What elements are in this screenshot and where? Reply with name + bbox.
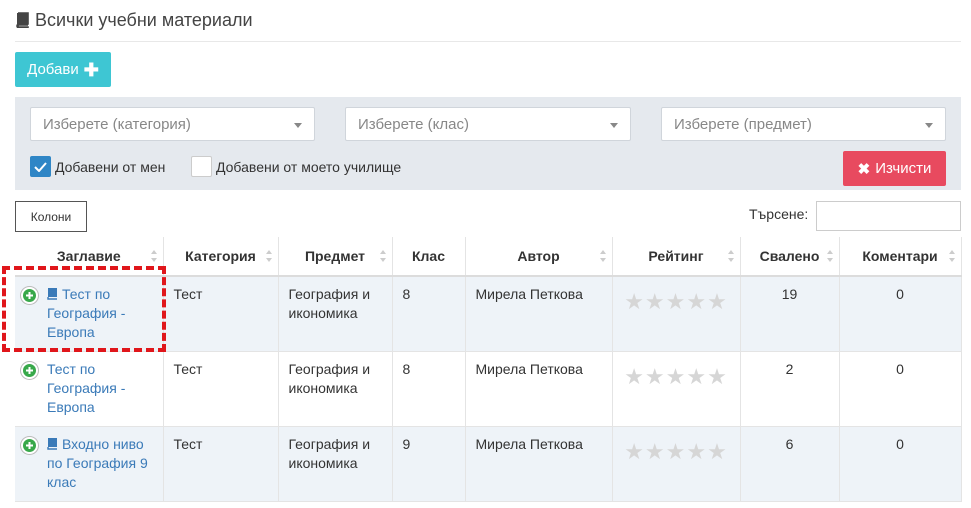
table-row: Тест по География - Европа Тест Географи… — [15, 351, 962, 427]
comments-cell: 0 — [839, 276, 962, 352]
book-icon — [47, 437, 57, 450]
downloads-cell: 6 — [740, 426, 840, 502]
sort-icon — [379, 250, 386, 262]
grade-cell: 8 — [392, 276, 466, 352]
expand-row-icon[interactable] — [21, 436, 38, 454]
caret-down-icon — [610, 123, 618, 128]
clear-filters-button[interactable]: ✖ Изчисти — [843, 151, 946, 186]
subject-cell: География и икономика — [278, 426, 393, 502]
column-header-author[interactable]: Автор — [465, 237, 613, 277]
grade-cell: 9 — [392, 426, 466, 502]
downloads-cell: 2 — [740, 351, 840, 427]
category-cell: Тест — [163, 426, 279, 502]
category-cell: Тест — [163, 276, 279, 352]
sort-icon — [265, 250, 272, 262]
added-by-school-label: Добавени от моето училище — [216, 158, 402, 175]
table-row: Входно ниво по География 9 клас Тест Гео… — [15, 426, 962, 502]
material-title-link[interactable]: Входно ниво по География 9 клас — [47, 436, 148, 490]
added-by-school-checkbox[interactable] — [191, 156, 212, 177]
category-cell: Тест — [163, 351, 279, 427]
columns-button[interactable]: Колони — [15, 201, 87, 232]
sort-icon — [150, 250, 157, 262]
rating-cell: ★★★★★ — [612, 276, 741, 352]
filter-panel: Изберете (категория) Изберете (клас) Изб… — [15, 97, 961, 190]
comments-cell: 0 — [839, 426, 962, 502]
add-button-label: Добави — [27, 61, 79, 78]
added-by-me-filter[interactable]: Добавени от мен — [30, 156, 165, 177]
search-label: Търсене: — [749, 206, 809, 222]
rating-cell: ★★★★★ — [612, 426, 741, 502]
caret-down-icon — [294, 123, 302, 128]
page-header: Всички учебни материали — [15, 8, 961, 42]
title-cell: Тест по География - Европа — [15, 351, 164, 427]
subject-select-placeholder: Изберете (предмет) — [674, 115, 812, 133]
grade-cell: 8 — [392, 351, 466, 427]
class-select-placeholder: Изберете (клас) — [358, 115, 469, 133]
sort-icon — [599, 250, 606, 262]
clear-button-label: Изчисти — [875, 160, 932, 177]
add-button[interactable]: Добави ✚ — [15, 52, 111, 87]
column-header-downloads[interactable]: Свалено — [740, 237, 840, 277]
column-header-category[interactable]: Категория — [163, 237, 279, 277]
column-header-subject[interactable]: Предмет — [278, 237, 393, 277]
sort-icon — [727, 250, 734, 262]
class-select[interactable]: Изберете (клас) — [345, 107, 631, 141]
downloads-cell: 19 — [740, 276, 840, 352]
column-header-rating[interactable]: Рейтинг — [612, 237, 741, 277]
plus-icon: ✚ — [83, 59, 99, 80]
close-icon: ✖ — [857, 160, 871, 178]
subject-select[interactable]: Изберете (предмет) — [661, 107, 946, 141]
rating-stars[interactable]: ★★★★★ — [623, 285, 730, 313]
category-select-placeholder: Изберете (категория) — [43, 115, 191, 133]
rating-stars[interactable]: ★★★★★ — [623, 435, 730, 463]
author-cell: Мирела Петкова — [465, 351, 613, 427]
caret-down-icon — [925, 123, 933, 128]
title-cell: Входно ниво по География 9 клас — [15, 426, 164, 502]
rating-stars[interactable]: ★★★★★ — [623, 360, 730, 388]
subject-cell: География и икономика — [278, 276, 393, 352]
author-cell: Мирела Петкова — [465, 276, 613, 352]
rating-cell: ★★★★★ — [612, 351, 741, 427]
sort-icon — [826, 250, 833, 262]
comments-cell: 0 — [839, 351, 962, 427]
category-select[interactable]: Изберете (категория) — [30, 107, 315, 141]
author-cell: Мирела Петкова — [465, 426, 613, 502]
added-by-me-label: Добавени от мен — [55, 158, 166, 175]
added-by-me-checkbox[interactable] — [30, 156, 51, 177]
column-header-grade[interactable]: Клас — [392, 237, 466, 277]
search-input[interactable] — [816, 201, 961, 231]
page-title: Всички учебни материали — [35, 10, 253, 30]
expand-row-icon[interactable] — [21, 361, 38, 379]
subject-cell: География и икономика — [278, 351, 393, 427]
highlight-box — [2, 266, 166, 352]
added-by-school-filter[interactable]: Добавени от моето училище — [191, 156, 401, 177]
material-title-link[interactable]: Тест по География - Европа — [47, 361, 125, 415]
sort-icon — [948, 250, 955, 262]
book-icon — [16, 12, 29, 28]
check-icon — [34, 161, 47, 172]
column-header-comments[interactable]: Коментари — [839, 237, 962, 277]
